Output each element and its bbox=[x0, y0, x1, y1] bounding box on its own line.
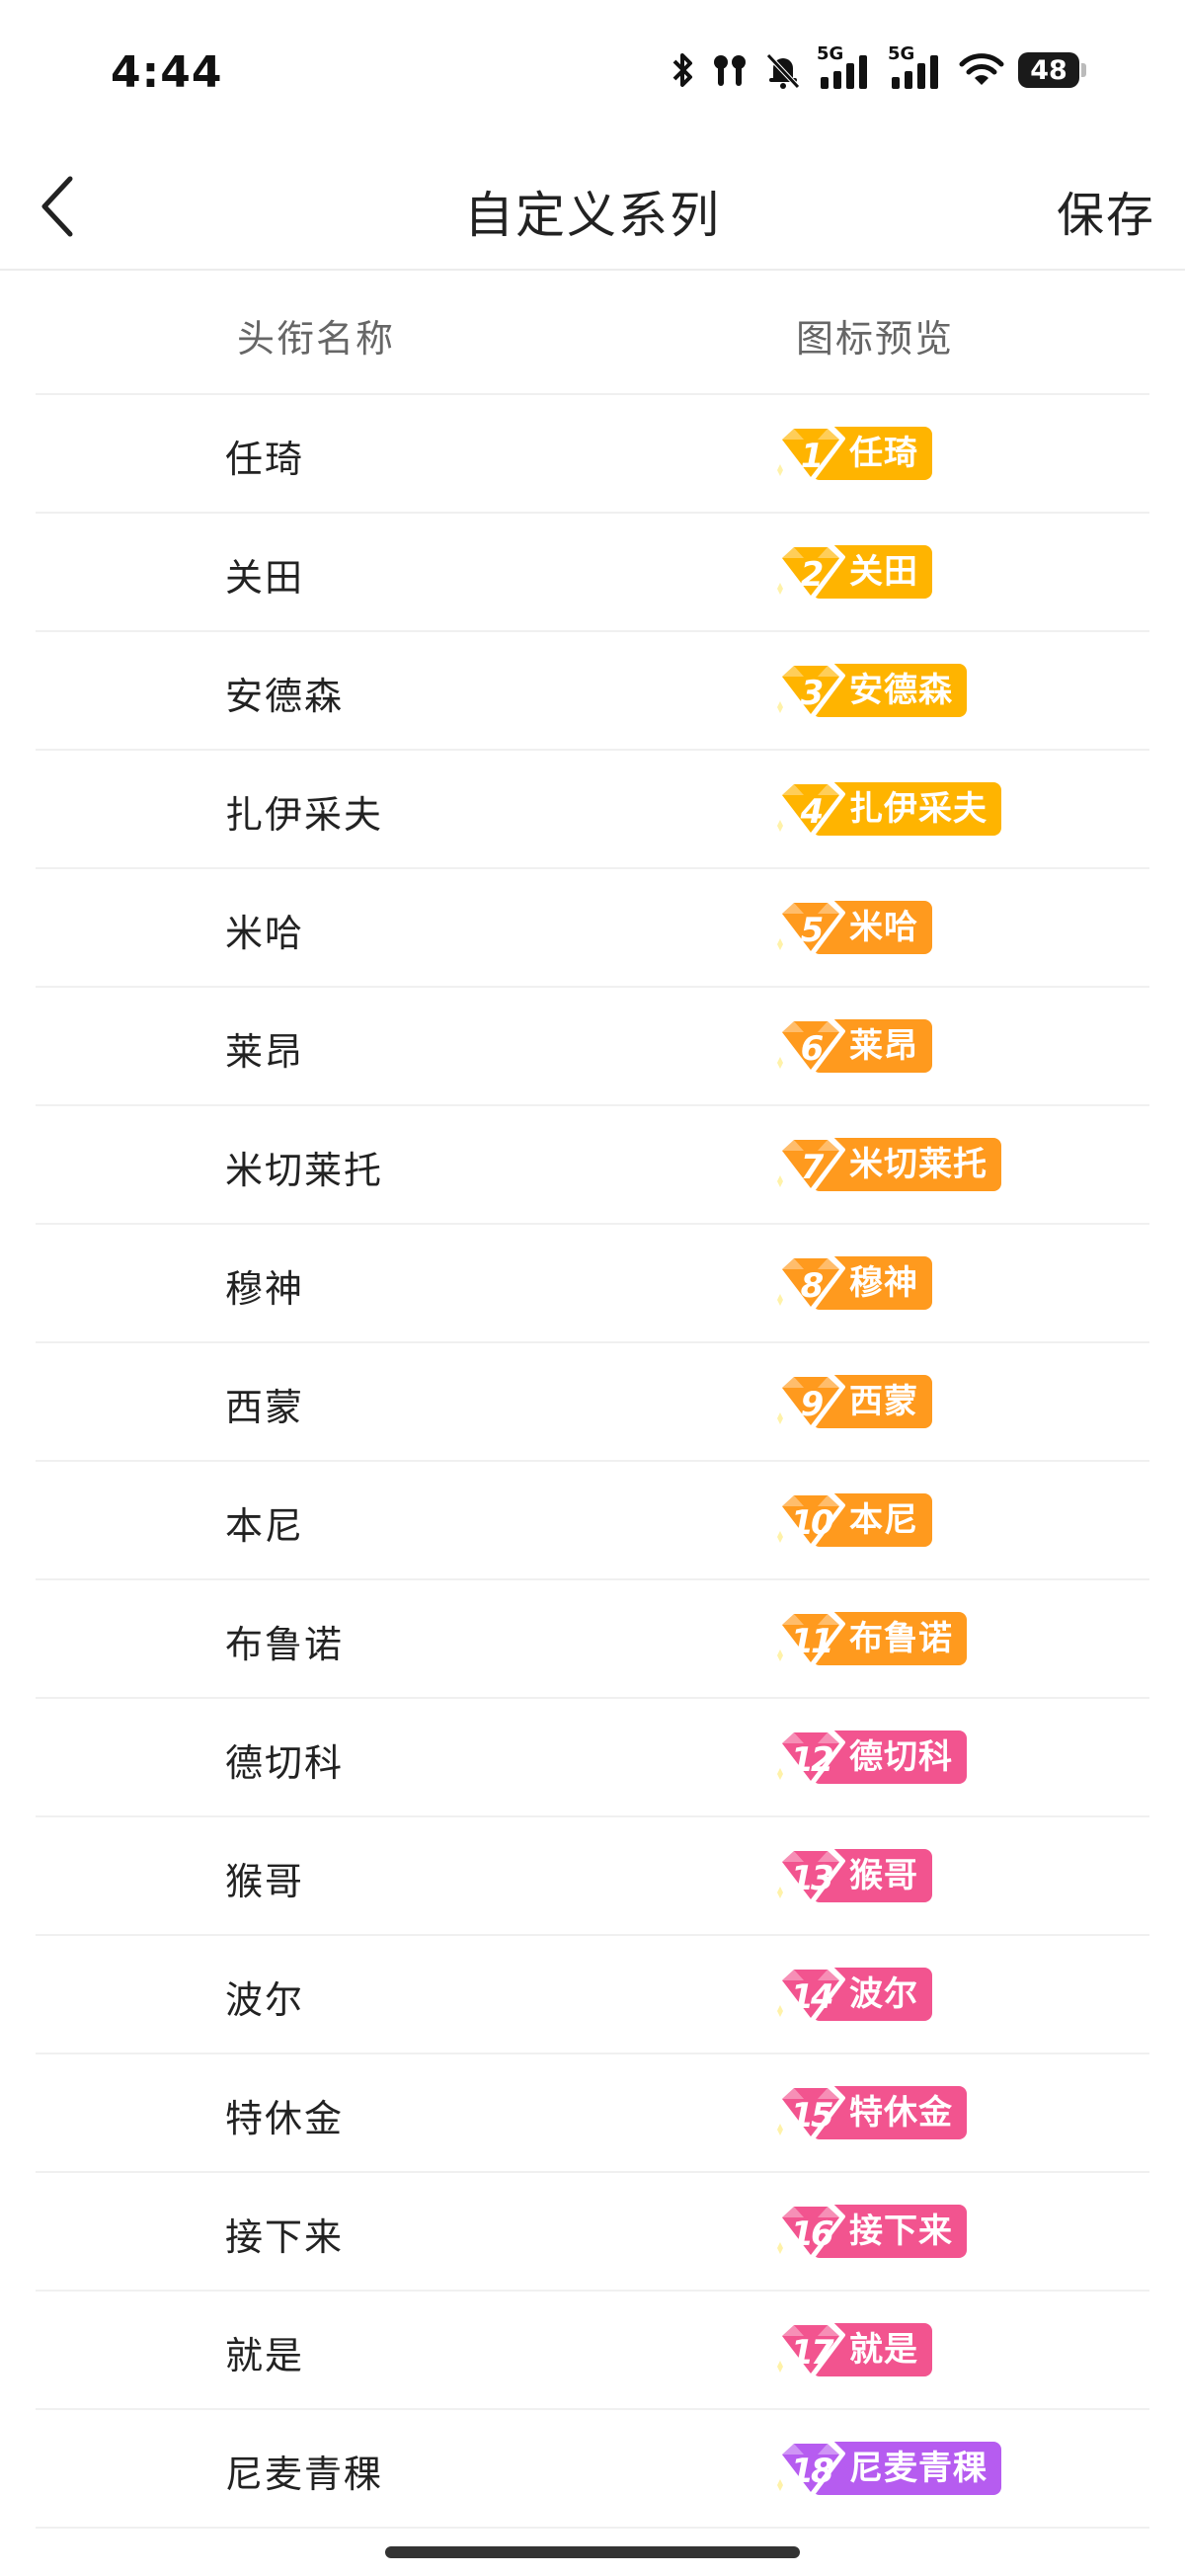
title-name: 任琦 bbox=[225, 438, 305, 481]
table-row[interactable]: 关田 关田 2 bbox=[36, 514, 1149, 632]
battery-icon: 48 bbox=[1018, 52, 1086, 88]
table-row[interactable]: 米切莱托 米切莱托 7 bbox=[36, 1106, 1149, 1225]
table-row[interactable]: 布鲁诺 布鲁诺 11 bbox=[36, 1580, 1149, 1699]
table-row[interactable]: 扎伊采夫 扎伊采夫 4 bbox=[36, 751, 1149, 869]
cellular-signal-2: 5G bbox=[888, 43, 945, 91]
title-name: 布鲁诺 bbox=[225, 1623, 345, 1666]
title-name: 莱昂 bbox=[225, 1030, 305, 1074]
page-title: 自定义系列 bbox=[464, 187, 721, 244]
title-name: 就是 bbox=[225, 2334, 305, 2377]
title-name: 安德森 bbox=[225, 675, 345, 718]
table-row[interactable]: 特休金 特休金 15 bbox=[36, 2054, 1149, 2173]
badge-level-number: 3 bbox=[800, 674, 825, 713]
table-row[interactable]: 德切科 德切科 12 bbox=[36, 1699, 1149, 1817]
table-row[interactable]: 米哈 米哈 5 bbox=[36, 869, 1149, 988]
status-bar: 4:44 5G 5G 48 bbox=[0, 0, 1185, 148]
title-name: 西蒙 bbox=[225, 1386, 305, 1429]
table-header: 头衔名称 图标预览 bbox=[36, 277, 1149, 395]
status-time: 4:44 bbox=[111, 47, 223, 98]
badge-level-number: 2 bbox=[800, 555, 825, 595]
title-name: 波尔 bbox=[225, 1978, 305, 2022]
nav-bar: 自定义系列 保存 bbox=[0, 148, 1185, 271]
badge-level-number: 16 bbox=[790, 2214, 833, 2254]
table-row[interactable]: 尼麦青稞 尼麦青稞 18 bbox=[36, 2410, 1149, 2529]
battery-tip bbox=[1081, 63, 1086, 77]
title-name: 关田 bbox=[225, 556, 305, 600]
title-name: 特休金 bbox=[225, 2097, 345, 2140]
title-name: 尼麦青稞 bbox=[225, 2453, 384, 2496]
table-row[interactable]: 接下来 接下来 16 bbox=[36, 2173, 1149, 2292]
title-name: 猴哥 bbox=[225, 1860, 305, 1903]
title-list-table: 头衔名称 图标预览 任琦 任琦 1 关田 关田 2 安德森 安德森 3 扎伊采夫 扎伊采夫 4 米哈 米哈… bbox=[36, 277, 1149, 2529]
bluetooth-icon bbox=[672, 53, 692, 87]
badge-level-number: 13 bbox=[790, 1859, 833, 1898]
title-name: 德切科 bbox=[225, 1741, 345, 1785]
table-row[interactable]: 就是 就是 17 bbox=[36, 2292, 1149, 2410]
badge-level-number: 17 bbox=[790, 2333, 833, 2373]
network-type-1: 5G bbox=[817, 43, 844, 64]
wifi-icon bbox=[959, 53, 1004, 85]
battery-level: 48 bbox=[1018, 52, 1079, 88]
badge-level-number: 9 bbox=[800, 1385, 825, 1424]
table-row[interactable]: 猴哥 猴哥 13 bbox=[36, 1817, 1149, 1936]
cellular-signal-1: 5G bbox=[817, 43, 874, 91]
table-rows: 任琦 任琦 1 关田 关田 2 安德森 安德森 3 扎伊采夫 扎伊采夫 4 米哈 米哈 5 莱昂 莱昂 6 米切莱托… bbox=[36, 395, 1149, 2529]
table-row[interactable]: 安德森 安德森 3 bbox=[36, 632, 1149, 751]
title-name: 米切莱托 bbox=[225, 1149, 384, 1192]
column-header-preview: 图标预览 bbox=[796, 317, 955, 361]
table-row[interactable]: 波尔 波尔 14 bbox=[36, 1936, 1149, 2054]
title-name: 米哈 bbox=[225, 912, 305, 955]
badge-level-number: 11 bbox=[790, 1622, 833, 1661]
badge-level-number: 7 bbox=[800, 1148, 825, 1187]
home-indicator[interactable] bbox=[385, 2546, 800, 2558]
save-button[interactable]: 保存 bbox=[1057, 176, 1155, 245]
badge-level-number: 8 bbox=[800, 1266, 825, 1306]
network-type-2: 5G bbox=[888, 43, 915, 64]
title-name: 穆神 bbox=[225, 1267, 305, 1311]
column-header-name: 头衔名称 bbox=[237, 317, 396, 361]
badge-level-number: 15 bbox=[790, 2096, 833, 2135]
title-name: 扎伊采夫 bbox=[225, 793, 384, 837]
status-icons: 5G 5G 48 bbox=[671, 43, 1086, 91]
title-name: 本尼 bbox=[225, 1504, 305, 1548]
table-row[interactable]: 西蒙 西蒙 9 bbox=[36, 1343, 1149, 1462]
title-name: 接下来 bbox=[225, 2215, 345, 2259]
badge-level-number: 10 bbox=[790, 1503, 833, 1543]
badge-level-number: 14 bbox=[790, 1977, 833, 2017]
badge-level-number: 4 bbox=[800, 792, 825, 832]
badge-level-number: 12 bbox=[790, 1740, 833, 1780]
earbuds-icon bbox=[714, 55, 746, 86]
badge-level-number: 1 bbox=[800, 437, 825, 476]
mute-bell-icon bbox=[766, 53, 800, 89]
table-row[interactable]: 本尼 本尼 10 bbox=[36, 1462, 1149, 1580]
badge-level-number: 5 bbox=[800, 911, 825, 950]
badge-level-number: 18 bbox=[790, 2452, 833, 2491]
table-row[interactable]: 任琦 任琦 1 bbox=[36, 395, 1149, 514]
table-row[interactable]: 穆神 穆神 8 bbox=[36, 1225, 1149, 1343]
table-row[interactable]: 莱昂 莱昂 6 bbox=[36, 988, 1149, 1106]
badge-level-number: 6 bbox=[800, 1029, 825, 1069]
